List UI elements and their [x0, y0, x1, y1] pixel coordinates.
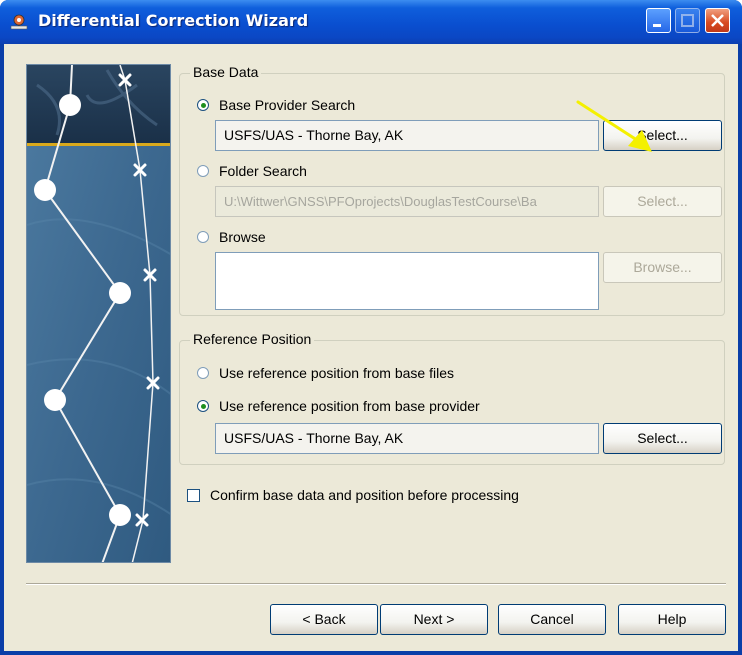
- maximize-button: [675, 8, 700, 33]
- wizard-app-icon: [10, 14, 28, 30]
- window-title: Differential Correction Wizard: [38, 11, 309, 30]
- gps-track-illustration: [27, 65, 170, 562]
- checkbox-icon: [187, 488, 200, 502]
- reference-select-button[interactable]: Select...: [603, 423, 722, 454]
- reference-from-provider-radio[interactable]: Use reference position from base provide…: [197, 398, 480, 414]
- reference-from-files-radio[interactable]: Use reference position from base files: [197, 365, 454, 381]
- confirm-base-data-checkbox[interactable]: Confirm base data and position before pr…: [187, 487, 519, 503]
- title-bar[interactable]: Differential Correction Wizard: [0, 0, 742, 44]
- browse-label: Browse: [219, 229, 266, 245]
- folder-path-field: U:\Wittwer\GNSS\PFOprojects\DouglasTestC…: [215, 186, 599, 217]
- base-provider-search-label: Base Provider Search: [219, 97, 356, 113]
- help-button[interactable]: Help: [618, 604, 726, 635]
- folder-search-label: Folder Search: [219, 163, 307, 179]
- back-button[interactable]: < Back: [270, 604, 378, 635]
- radio-selected-icon: [197, 99, 209, 111]
- reference-from-provider-label: Use reference position from base provide…: [219, 398, 480, 414]
- wizard-side-banner: [26, 64, 171, 563]
- close-icon: [711, 14, 724, 27]
- footer-divider: [26, 583, 726, 585]
- base-data-legend: Base Data: [190, 64, 262, 80]
- maximize-icon: [681, 14, 694, 27]
- close-button[interactable]: [705, 8, 730, 33]
- yellow-arrow-annotation: [576, 100, 652, 152]
- base-provider-field[interactable]: USFS/UAS - Thorne Bay, AK: [215, 120, 599, 151]
- radio-selected-icon: [197, 400, 209, 412]
- radio-unselected-icon: [197, 367, 209, 379]
- dialog-body: Base Data Base Provider Search USFS/UAS …: [4, 44, 738, 651]
- minimize-icon: [653, 24, 661, 27]
- next-button[interactable]: Next >: [380, 604, 488, 635]
- folder-search-radio[interactable]: Folder Search: [197, 163, 307, 179]
- folder-select-button: Select...: [603, 186, 722, 217]
- browse-button: Browse...: [603, 252, 722, 283]
- base-provider-search-radio[interactable]: Base Provider Search: [197, 97, 355, 113]
- browse-files-list[interactable]: [215, 252, 599, 310]
- cancel-button[interactable]: Cancel: [498, 604, 606, 635]
- reference-provider-field[interactable]: USFS/UAS - Thorne Bay, AK: [215, 423, 599, 454]
- reference-position-legend: Reference Position: [190, 331, 315, 347]
- radio-unselected-icon: [197, 165, 209, 177]
- confirm-base-data-label: Confirm base data and position before pr…: [210, 487, 519, 503]
- radio-unselected-icon: [197, 231, 209, 243]
- browse-radio[interactable]: Browse: [197, 229, 266, 245]
- reference-from-files-label: Use reference position from base files: [219, 365, 454, 381]
- wizard-window: Differential Correction Wizard Base Data…: [0, 0, 742, 655]
- minimize-button[interactable]: [646, 8, 671, 33]
